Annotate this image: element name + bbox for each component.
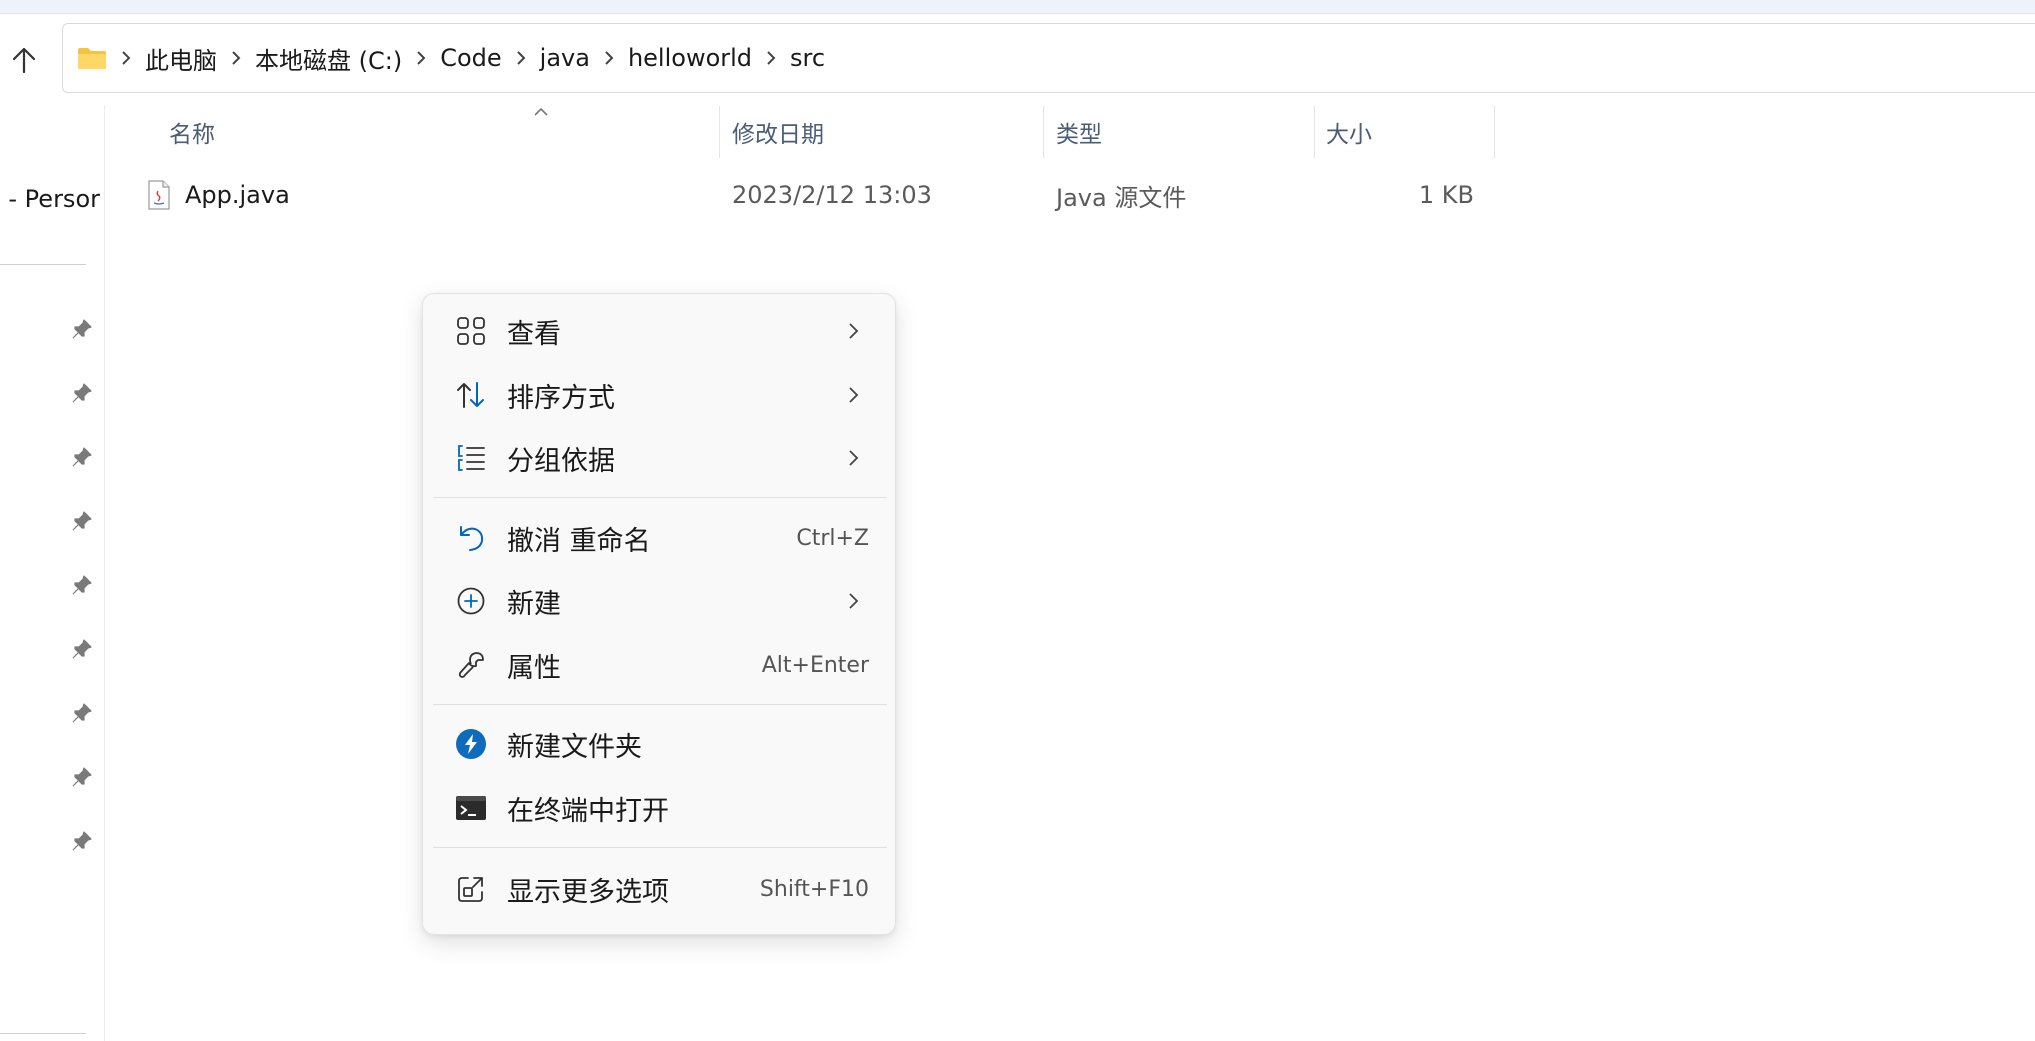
chevron-right-icon <box>849 593 859 609</box>
column-header-name[interactable]: 名称 <box>169 106 719 158</box>
column-resize-handle[interactable] <box>1494 106 1495 158</box>
file-name[interactable]: App.java <box>185 173 290 217</box>
sort-icon <box>455 379 487 411</box>
menu-item-show-more-options[interactable]: 显示更多选项 Shift+F10 <box>429 861 889 917</box>
menu-shortcut: Ctrl+Z <box>796 525 869 551</box>
window-top-strip <box>0 0 2035 14</box>
column-header-size-label: 大小 <box>1326 122 1372 148</box>
column-resize-handle[interactable] <box>719 106 720 158</box>
file-size: 1 KB <box>1418 181 1474 209</box>
breadcrumb-chevron-icon[interactable] <box>596 50 622 66</box>
menu-item-sort-by[interactable]: 排序方式 <box>429 367 889 423</box>
menu-item-label: 查看 <box>507 318 561 350</box>
pin-icon[interactable] <box>70 445 94 469</box>
sidebar-divider <box>0 264 86 265</box>
breadcrumb-item-local-disk[interactable]: 本地磁盘 (C:) <box>249 41 408 76</box>
breadcrumb-item-this-pc[interactable]: 此电脑 <box>139 41 223 76</box>
arrow-up-icon <box>12 47 36 74</box>
wrench-icon <box>455 649 487 681</box>
java-file-icon <box>147 173 171 217</box>
pin-icon[interactable] <box>70 509 94 533</box>
menu-item-undo-rename[interactable]: 撤消 重命名 Ctrl+Z <box>429 510 889 566</box>
pin-icon[interactable] <box>70 317 94 341</box>
menu-item-label: 新建文件夹 <box>507 731 642 763</box>
column-resize-handle[interactable] <box>1043 106 1044 158</box>
pin-icon[interactable] <box>70 829 94 853</box>
menu-item-properties[interactable]: 属性 Alt+Enter <box>429 637 889 693</box>
pin-icon[interactable] <box>70 637 94 661</box>
grid-view-icon <box>455 315 487 347</box>
group-by-icon <box>455 442 487 474</box>
more-options-icon <box>455 873 487 905</box>
power-automate-icon <box>455 728 487 760</box>
column-header-type[interactable]: 类型 <box>1056 106 1316 158</box>
breadcrumb-item-helloworld[interactable]: helloworld <box>622 44 758 72</box>
file-modified: 2023/2/12 13:03 <box>732 181 932 209</box>
context-menu: 查看 排序方式 分组依据 撤消 重命名 Ctrl+Z 新建 属性 Alt+Ent… <box>422 293 896 935</box>
breadcrumb-item-src[interactable]: src <box>784 44 831 72</box>
terminal-icon <box>455 792 487 824</box>
column-header-row: 名称 修改日期 类型 大小 <box>105 106 1495 158</box>
menu-item-group-by[interactable]: 分组依据 <box>429 430 889 486</box>
breadcrumb-chevron-icon[interactable] <box>408 50 434 66</box>
menu-separator <box>433 497 887 498</box>
column-header-modified[interactable]: 修改日期 <box>732 106 1042 158</box>
sidebar-divider <box>0 1033 86 1034</box>
menu-shortcut: Shift+F10 <box>759 876 869 902</box>
column-resize-handle[interactable] <box>1314 106 1315 158</box>
breadcrumb-chevron-icon[interactable] <box>223 50 249 66</box>
pin-icon[interactable] <box>70 573 94 597</box>
undo-icon <box>455 522 487 554</box>
breadcrumb-chevron-icon[interactable] <box>113 50 139 66</box>
menu-item-open-in-terminal[interactable]: 在终端中打开 <box>429 780 889 836</box>
column-header-modified-label: 修改日期 <box>732 122 824 148</box>
up-button[interactable] <box>4 40 44 80</box>
file-row[interactable]: App.java 2023/2/12 13:03 Java 源文件 1 KB <box>105 173 1495 217</box>
pin-icon[interactable] <box>70 765 94 789</box>
column-header-name-label: 名称 <box>169 122 215 148</box>
breadcrumb-chevron-icon[interactable] <box>758 50 784 66</box>
folder-icon <box>77 45 107 71</box>
column-header-size[interactable]: 大小 <box>1326 106 1486 158</box>
file-type: Java 源文件 <box>1056 183 1187 212</box>
menu-item-view[interactable]: 查看 <box>429 303 889 359</box>
chevron-right-icon <box>849 387 859 403</box>
address-bar[interactable]: 此电脑 本地磁盘 (C:) Code java helloworld src <box>62 23 2035 93</box>
menu-item-label: 撤消 重命名 <box>507 525 651 557</box>
column-header-type-label: 类型 <box>1056 122 1102 148</box>
breadcrumb-item-java[interactable]: java <box>534 44 596 72</box>
pin-icon[interactable] <box>70 381 94 405</box>
menu-separator <box>433 704 887 705</box>
menu-item-label: 显示更多选项 <box>507 876 669 908</box>
pin-icon[interactable] <box>70 701 94 725</box>
menu-item-label: 在终端中打开 <box>507 795 669 827</box>
chevron-right-icon <box>849 450 859 466</box>
menu-item-label: 排序方式 <box>507 382 615 414</box>
sidebar-item-onedrive[interactable]: e - Persor <box>0 185 100 213</box>
chevron-right-icon <box>849 323 859 339</box>
menu-item-label: 分组依据 <box>507 445 615 477</box>
breadcrumb-item-code[interactable]: Code <box>434 44 507 72</box>
menu-shortcut: Alt+Enter <box>761 652 869 678</box>
menu-item-label: 新建 <box>507 588 561 620</box>
menu-item-new-folder[interactable]: 新建文件夹 <box>429 716 889 772</box>
breadcrumb-chevron-icon[interactable] <box>508 50 534 66</box>
new-plus-icon <box>455 585 487 617</box>
menu-item-new[interactable]: 新建 <box>429 573 889 629</box>
menu-item-label: 属性 <box>507 652 561 684</box>
menu-separator <box>433 847 887 848</box>
